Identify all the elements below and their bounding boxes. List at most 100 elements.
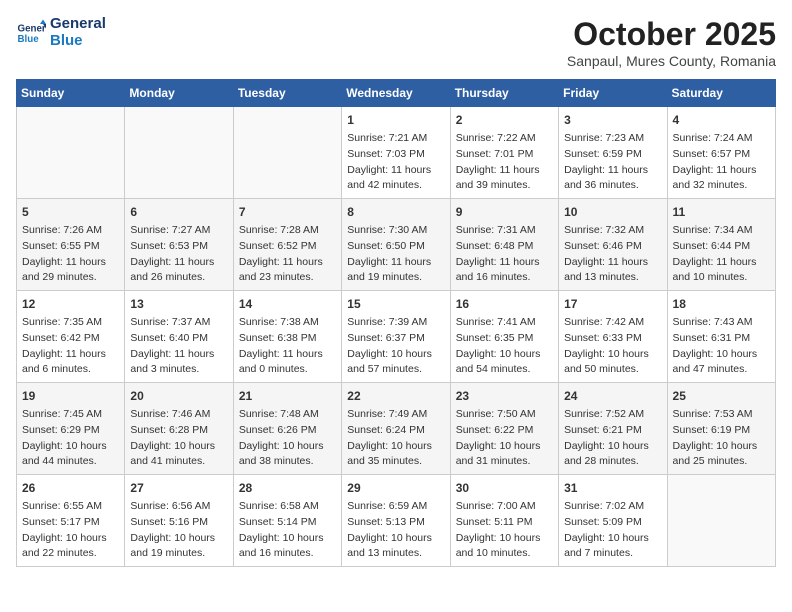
day-info: Sunrise: 7:30 AM Sunset: 6:50 PM Dayligh… <box>347 223 444 286</box>
calendar-day-26: 26 Sunrise: 6:55 AM Sunset: 5:17 PM Dayli… <box>17 475 125 567</box>
calendar-day-18: 18Sunrise: 7:43 AM Sunset: 6:31 PM Dayli… <box>667 291 775 383</box>
day-info: Sunrise: 7:37 AM Sunset: 6:40 PM Dayligh… <box>130 315 227 378</box>
empty-day <box>233 107 341 199</box>
day-number: 18 <box>673 295 770 313</box>
day-info: Sunrise: 7:45 AM Sunset: 6:29 PM Dayligh… <box>22 407 119 470</box>
day-info: Sunrise: 7:28 AM Sunset: 6:52 PM Dayligh… <box>239 223 336 286</box>
calendar-day-9: 9 Sunrise: 7:31 AM Sunset: 6:48 PM Daylig… <box>450 199 558 291</box>
calendar-day-23: 23Sunrise: 7:50 AM Sunset: 6:22 PM Dayli… <box>450 383 558 475</box>
day-number: 16 <box>456 295 553 313</box>
day-number: 6 <box>130 203 227 221</box>
day-info: Sunrise: 7:27 AM Sunset: 6:53 PM Dayligh… <box>130 223 227 286</box>
calendar-week-row: 1Sunrise: 7:21 AM Sunset: 7:03 PM Daylig… <box>17 107 776 199</box>
day-info: Sunrise: 7:49 AM Sunset: 6:24 PM Dayligh… <box>347 407 444 470</box>
day-number: 8 <box>347 203 444 221</box>
day-number: 24 <box>564 387 661 405</box>
calendar-day-8: 8 Sunrise: 7:30 AM Sunset: 6:50 PM Daylig… <box>342 199 450 291</box>
calendar-week-row: 5 Sunrise: 7:26 AM Sunset: 6:55 PM Daylig… <box>17 199 776 291</box>
calendar-header-row: SundayMondayTuesdayWednesdayThursdayFrid… <box>17 80 776 107</box>
svg-text:General: General <box>18 23 47 34</box>
calendar-day-1: 1Sunrise: 7:21 AM Sunset: 7:03 PM Daylig… <box>342 107 450 199</box>
calendar-day-14: 14 Sunrise: 7:38 AM Sunset: 6:38 PM Dayli… <box>233 291 341 383</box>
calendar-day-10: 10 Sunrise: 7:32 AM Sunset: 6:46 PM Dayli… <box>559 199 667 291</box>
calendar-day-13: 13 Sunrise: 7:37 AM Sunset: 6:40 PM Dayli… <box>125 291 233 383</box>
day-info: Sunrise: 7:32 AM Sunset: 6:46 PM Dayligh… <box>564 223 661 286</box>
day-info: Sunrise: 7:41 AM Sunset: 6:35 PM Dayligh… <box>456 315 553 378</box>
empty-day <box>125 107 233 199</box>
day-number: 2 <box>456 111 553 129</box>
day-number: 21 <box>239 387 336 405</box>
day-info: Sunrise: 7:22 AM Sunset: 7:01 PM Dayligh… <box>456 131 553 194</box>
svg-text:Blue: Blue <box>18 34 40 45</box>
day-number: 1 <box>347 111 444 129</box>
day-number: 19 <box>22 387 119 405</box>
day-header-sunday: Sunday <box>17 80 125 107</box>
day-number: 9 <box>456 203 553 221</box>
calendar-day-3: 3 Sunrise: 7:23 AM Sunset: 6:59 PM Daylig… <box>559 107 667 199</box>
day-header-tuesday: Tuesday <box>233 80 341 107</box>
day-info: Sunrise: 7:34 AM Sunset: 6:44 PM Dayligh… <box>673 223 770 286</box>
calendar-day-11: 11 Sunrise: 7:34 AM Sunset: 6:44 PM Dayli… <box>667 199 775 291</box>
day-info: Sunrise: 6:59 AM Sunset: 5:13 PM Dayligh… <box>347 499 444 562</box>
day-info: Sunrise: 7:24 AM Sunset: 6:57 PM Dayligh… <box>673 131 770 194</box>
day-header-thursday: Thursday <box>450 80 558 107</box>
day-number: 29 <box>347 479 444 497</box>
day-info: Sunrise: 6:58 AM Sunset: 5:14 PM Dayligh… <box>239 499 336 562</box>
calendar-day-19: 19 Sunrise: 7:45 AM Sunset: 6:29 PM Dayli… <box>17 383 125 475</box>
page-header: General Blue General Blue October 2025 S… <box>16 16 776 69</box>
calendar-day-31: 31Sunrise: 7:02 AM Sunset: 5:09 PM Dayli… <box>559 475 667 567</box>
day-number: 11 <box>673 203 770 221</box>
day-number: 12 <box>22 295 119 313</box>
day-info: Sunrise: 6:55 AM Sunset: 5:17 PM Dayligh… <box>22 499 119 562</box>
day-number: 28 <box>239 479 336 497</box>
day-info: Sunrise: 7:48 AM Sunset: 6:26 PM Dayligh… <box>239 407 336 470</box>
calendar-day-12: 12 Sunrise: 7:35 AM Sunset: 6:42 PM Dayli… <box>17 291 125 383</box>
day-number: 3 <box>564 111 661 129</box>
day-header-monday: Monday <box>125 80 233 107</box>
day-number: 20 <box>130 387 227 405</box>
calendar-day-30: 30Sunrise: 7:00 AM Sunset: 5:11 PM Dayli… <box>450 475 558 567</box>
day-info: Sunrise: 7:50 AM Sunset: 6:22 PM Dayligh… <box>456 407 553 470</box>
logo: General Blue General Blue <box>16 16 106 49</box>
day-number: 14 <box>239 295 336 313</box>
day-info: Sunrise: 7:02 AM Sunset: 5:09 PM Dayligh… <box>564 499 661 562</box>
calendar-day-4: 4Sunrise: 7:24 AM Sunset: 6:57 PM Daylig… <box>667 107 775 199</box>
calendar-day-7: 7Sunrise: 7:28 AM Sunset: 6:52 PM Daylig… <box>233 199 341 291</box>
calendar-day-16: 16 Sunrise: 7:41 AM Sunset: 6:35 PM Dayli… <box>450 291 558 383</box>
day-info: Sunrise: 7:23 AM Sunset: 6:59 PM Dayligh… <box>564 131 661 194</box>
calendar-day-29: 29 Sunrise: 6:59 AM Sunset: 5:13 PM Dayli… <box>342 475 450 567</box>
day-info: Sunrise: 7:26 AM Sunset: 6:55 PM Dayligh… <box>22 223 119 286</box>
calendar-table: SundayMondayTuesdayWednesdayThursdayFrid… <box>16 79 776 567</box>
day-info: Sunrise: 7:46 AM Sunset: 6:28 PM Dayligh… <box>130 407 227 470</box>
calendar-day-15: 15 Sunrise: 7:39 AM Sunset: 6:37 PM Dayli… <box>342 291 450 383</box>
day-info: Sunrise: 7:35 AM Sunset: 6:42 PM Dayligh… <box>22 315 119 378</box>
calendar-day-24: 24Sunrise: 7:52 AM Sunset: 6:21 PM Dayli… <box>559 383 667 475</box>
day-header-friday: Friday <box>559 80 667 107</box>
calendar-day-25: 25 Sunrise: 7:53 AM Sunset: 6:19 PM Dayli… <box>667 383 775 475</box>
day-info: Sunrise: 7:42 AM Sunset: 6:33 PM Dayligh… <box>564 315 661 378</box>
calendar-day-20: 20 Sunrise: 7:46 AM Sunset: 6:28 PM Dayli… <box>125 383 233 475</box>
day-info: Sunrise: 7:38 AM Sunset: 6:38 PM Dayligh… <box>239 315 336 378</box>
day-number: 15 <box>347 295 444 313</box>
calendar-day-6: 6 Sunrise: 7:27 AM Sunset: 6:53 PM Daylig… <box>125 199 233 291</box>
day-info: Sunrise: 7:53 AM Sunset: 6:19 PM Dayligh… <box>673 407 770 470</box>
day-number: 13 <box>130 295 227 313</box>
empty-day <box>17 107 125 199</box>
month-title: October 2025 <box>567 16 776 53</box>
day-info: Sunrise: 7:31 AM Sunset: 6:48 PM Dayligh… <box>456 223 553 286</box>
calendar-day-27: 27Sunrise: 6:56 AM Sunset: 5:16 PM Dayli… <box>125 475 233 567</box>
calendar-day-17: 17 Sunrise: 7:42 AM Sunset: 6:33 PM Dayli… <box>559 291 667 383</box>
day-number: 22 <box>347 387 444 405</box>
day-info: Sunrise: 7:39 AM Sunset: 6:37 PM Dayligh… <box>347 315 444 378</box>
day-number: 25 <box>673 387 770 405</box>
calendar-day-2: 2 Sunrise: 7:22 AM Sunset: 7:01 PM Daylig… <box>450 107 558 199</box>
calendar-week-row: 12 Sunrise: 7:35 AM Sunset: 6:42 PM Dayli… <box>17 291 776 383</box>
day-number: 10 <box>564 203 661 221</box>
calendar-day-28: 28 Sunrise: 6:58 AM Sunset: 5:14 PM Dayli… <box>233 475 341 567</box>
day-info: Sunrise: 6:56 AM Sunset: 5:16 PM Dayligh… <box>130 499 227 562</box>
empty-day <box>667 475 775 567</box>
day-number: 26 <box>22 479 119 497</box>
day-number: 5 <box>22 203 119 221</box>
day-number: 17 <box>564 295 661 313</box>
day-header-saturday: Saturday <box>667 80 775 107</box>
